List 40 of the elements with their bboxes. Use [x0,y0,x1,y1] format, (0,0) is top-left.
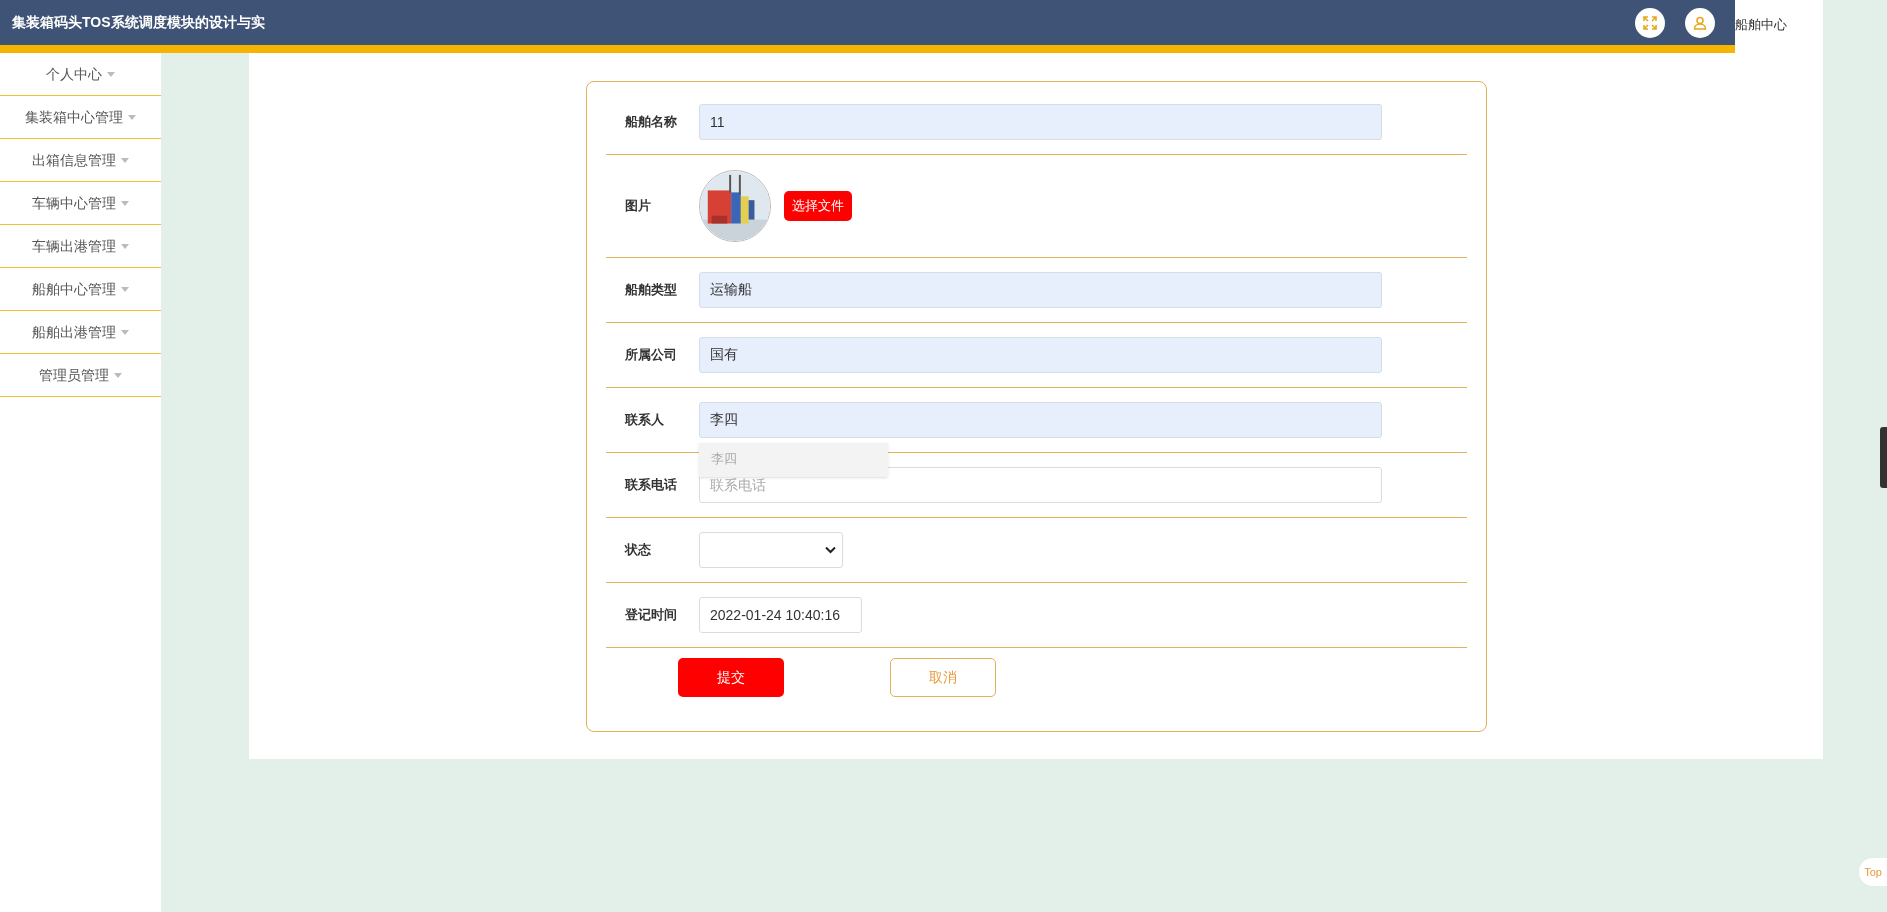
field-label: 船舶名称 [624,113,678,132]
user-button[interactable] [1685,7,1715,38]
field-label: 船舶类型 [624,281,678,300]
field-label: 联系人 [624,411,665,430]
caret-down-icon [114,372,122,378]
scrollbar-thumb [1880,427,1887,488]
caret-down-icon [107,71,115,77]
caret-down-icon [128,114,136,120]
caret-down-icon [121,200,129,206]
field-label: 图片 [624,197,652,216]
user-role-label: 船舶中心 [1735,16,1787,34]
sidebar-item[interactable]: 船舶中心管理 [0,268,161,311]
caret-down-icon [121,157,129,163]
input-field[interactable]: 11 [699,104,1382,140]
app-title: 集装箱码头TOS系统调度模块的设计与实 [12,13,265,32]
field-label: 状态 [623,541,652,560]
field-label: 登记时间 [624,606,678,625]
fullscreen-button[interactable] [1635,7,1665,38]
expand-icon [1643,15,1657,30]
caret-down-icon [121,329,129,335]
field-label: 所属公司 [624,346,678,365]
date-field[interactable]: 2022-01-24 10:40:16 [699,597,862,633]
sidebar-item[interactable]: 船舶出港管理 [0,311,161,354]
caret-down-icon [121,286,129,292]
submit-button[interactable]: 提交 [678,658,784,697]
user-icon [1693,15,1707,30]
field-label: 联系电话 [624,476,678,495]
choose-file-button[interactable]: 选择文件 [784,191,852,221]
caret-down-icon [121,243,129,249]
input-field[interactable]: 运输船 [699,272,1382,308]
sidebar-item[interactable]: 车辆出港管理 [0,225,161,268]
chevron-down-icon [825,546,836,554]
sidebar-item[interactable]: 集装箱中心管理 [0,96,161,139]
input-field[interactable]: 国有 [699,337,1382,373]
input-field[interactable]: 李四 [699,402,1382,438]
sidebar-item[interactable]: 管理员管理 [0,354,161,397]
sidebar-item[interactable]: 出箱信息管理 [0,139,161,182]
sidebar-item[interactable]: 个人中心 [0,53,161,96]
input-field[interactable]: 联系电话 [699,467,1382,503]
sidebar-item[interactable]: 车辆中心管理 [0,182,161,225]
